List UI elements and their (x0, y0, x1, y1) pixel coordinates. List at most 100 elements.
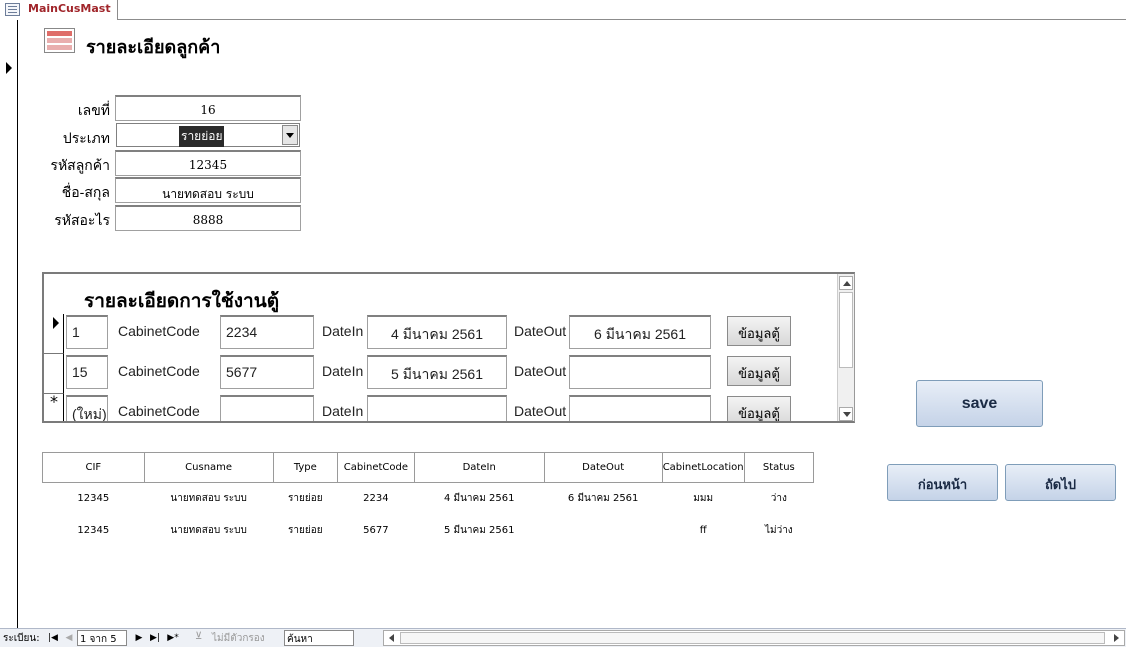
new-row-selector[interactable]: * (44, 392, 64, 421)
datein-label: DateIn (322, 363, 364, 379)
cell-datein: 4 มีนาคม 2561 (443, 493, 515, 505)
column-header-cabinetcode[interactable]: CabinetCode (337, 452, 415, 483)
other-code-field[interactable]: 8888 (115, 205, 301, 231)
previous-button[interactable]: ก่อนหน้า (887, 464, 998, 501)
cabinet-code-field[interactable]: 5677 (220, 355, 314, 389)
table-row[interactable]: 12345 นายทดสอบ ระบบ รายย่อย 5677 5 มีนาค… (43, 515, 814, 547)
cabinet-code-label: CabinetCode (118, 363, 200, 379)
subform-vertical-scrollbar[interactable] (837, 274, 854, 421)
form-icon (5, 3, 20, 16)
record-label: ระเบียน: (3, 633, 40, 644)
subform-row: 1 CabinetCode 2234 DateIn 4 มีนาคม 2561 … (44, 314, 839, 354)
first-record-icon[interactable]: |◀ (48, 633, 58, 643)
cell-datein: 5 มีนาคม 2561 (443, 525, 515, 536)
datein-field[interactable]: 5 มีนาคม 2561 (367, 355, 507, 389)
dateout-label: DateOut (514, 363, 567, 379)
next-record-icon[interactable]: ▶ (134, 633, 144, 643)
cell-cif: 12345 (77, 525, 110, 536)
type-selected-value: รายย่อย (179, 126, 225, 147)
number-field[interactable]: 16 (115, 95, 301, 121)
field-label-type: ประเภท (62, 131, 110, 147)
cell-dateout: 6 มีนาคม 2561 (567, 493, 639, 505)
customer-cabinet-grid: CIF Cusname Type CabinetCode DateIn Date… (42, 452, 815, 547)
column-header-cif[interactable]: CIF (42, 452, 145, 483)
row-selector[interactable] (44, 314, 64, 354)
cell-cabinetlocation: มมม (693, 493, 714, 505)
column-header-datein[interactable]: DateIn (413, 452, 545, 483)
customer-code-field[interactable]: 12345 (115, 150, 301, 176)
cabinet-usage-subform: รายละเอียดการใช้งานตู้ 1 CabinetCode 223… (42, 272, 855, 423)
row-id-field[interactable]: 1 (66, 315, 108, 349)
scroll-thumb[interactable] (400, 632, 1105, 644)
field-label-customer-code: รหัสลูกค้า (50, 158, 110, 174)
cell-dateout (544, 515, 662, 547)
scroll-down-icon[interactable] (839, 407, 853, 421)
datein-label: DateIn (322, 323, 364, 339)
cell-type: รายย่อย (288, 493, 323, 505)
field-label-fullname: ชื่อ-สกุล (61, 185, 110, 201)
scroll-left-icon[interactable] (386, 632, 398, 644)
record-navigation-bar: ระเบียน: |◀ ◀ 1 จาก 5 ▶ ▶| ▶* ⊻ ไม่มีตัว… (0, 628, 1126, 647)
cabinet-info-button[interactable]: ข้อมูลตู้ (727, 396, 791, 421)
cabinet-code-label: CabinetCode (118, 323, 200, 339)
subform-title: รายละเอียดการใช้งานตู้ (84, 290, 280, 312)
scroll-thumb[interactable] (839, 292, 853, 368)
cell-cusname: นายทดสอบ ระบบ (170, 493, 247, 505)
row-selector[interactable] (44, 354, 64, 394)
dateout-field[interactable]: 6 มีนาคม 2561 (569, 315, 711, 349)
row-id-field[interactable]: (ใหม่) (66, 395, 108, 421)
subform-new-row: * (ใหม่) CabinetCode DateIn DateOut ข้อม… (44, 392, 839, 421)
search-input[interactable]: ค้นหา (284, 630, 354, 646)
column-header-type[interactable]: Type (272, 452, 339, 483)
next-button[interactable]: ถัดไป (1005, 464, 1116, 501)
grid-header-row: CIF Cusname Type CabinetCode DateIn Date… (42, 452, 815, 483)
datein-label: DateIn (322, 403, 364, 419)
filter-icon[interactable]: ⊻ (195, 631, 202, 642)
cabinet-info-button[interactable]: ข้อมูลตู้ (727, 316, 791, 346)
new-record-star-icon: * (50, 392, 58, 411)
type-combobox[interactable]: รายย่อย (116, 123, 300, 147)
column-header-cusname[interactable]: Cusname (143, 452, 274, 483)
form-icon (44, 28, 75, 53)
previous-record-icon[interactable]: ◀ (64, 633, 74, 643)
dateout-label: DateOut (514, 323, 567, 339)
cabinet-info-button[interactable]: ข้อมูลตู้ (727, 356, 791, 386)
dateout-field[interactable] (569, 395, 711, 421)
cell-type: รายย่อย (288, 525, 323, 536)
new-record-icon[interactable]: ▶* (166, 633, 180, 643)
row-id-field[interactable]: 15 (66, 355, 108, 389)
last-record-icon[interactable]: ▶| (150, 633, 160, 643)
dateout-field[interactable] (569, 355, 711, 389)
field-label-number: เลขที่ (77, 103, 110, 119)
column-header-dateout[interactable]: DateOut (543, 452, 663, 483)
cell-cabinetlocation: ff (699, 525, 707, 536)
datein-field[interactable]: 4 มีนาคม 2561 (367, 315, 507, 349)
cabinet-code-field[interactable] (220, 395, 314, 421)
current-row-arrow-icon (53, 317, 59, 329)
save-button[interactable]: save (916, 380, 1043, 427)
dateout-label: DateOut (514, 403, 567, 419)
cell-cusname: นายทดสอบ ระบบ (170, 525, 247, 536)
page-title: รายละเอียดลูกค้า (86, 37, 221, 58)
cell-cabinetcode: 2234 (363, 493, 389, 505)
cell-cabinetcode: 5677 (363, 525, 389, 536)
tab-maincusmast[interactable]: MainCusMast (0, 0, 118, 20)
cabinet-code-label: CabinetCode (118, 403, 200, 419)
form-horizontal-scrollbar[interactable] (383, 630, 1125, 646)
column-header-status[interactable]: Status (743, 452, 815, 483)
table-row[interactable]: 12345 นายทดสอบ ระบบ รายย่อย 2234 4 มีนาค… (43, 483, 814, 515)
cell-cif: 12345 (77, 493, 110, 505)
chevron-down-icon[interactable] (282, 125, 298, 145)
no-filter-label[interactable]: ไม่มีตัวกรอง (212, 631, 265, 646)
cell-status: ไม่ว่าง (764, 525, 793, 536)
cabinet-code-field[interactable]: 2234 (220, 315, 314, 349)
document-tab-strip: MainCusMast (0, 0, 1126, 20)
datein-field[interactable] (367, 395, 507, 421)
fullname-field[interactable]: นายทดสอบ ระบบ (115, 177, 301, 203)
scroll-right-icon[interactable] (1110, 632, 1122, 644)
column-header-cabinetlocation[interactable]: CabinetLocation (661, 452, 745, 483)
field-label-other-code: รหัสอะไร (54, 213, 110, 229)
scroll-up-icon[interactable] (839, 276, 853, 290)
current-record-arrow-icon (6, 62, 12, 74)
record-counter-input[interactable]: 1 จาก 5 (77, 630, 127, 646)
